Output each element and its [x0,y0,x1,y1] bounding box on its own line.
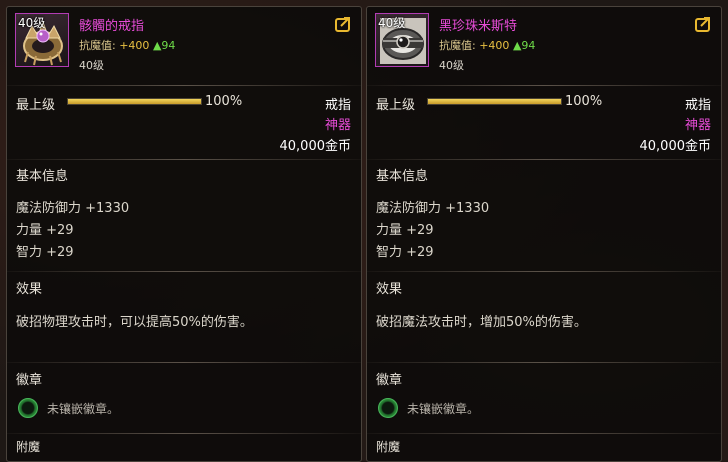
attribute-line: 魔法防御力 +1330 [376,201,490,216]
item-level-badge: 40级 [378,16,406,30]
item-type: 戒指 [324,98,351,113]
item-type: 戒指 [684,98,711,113]
enchant-title: 附魔 [376,440,401,454]
grade-percent: 100% [565,94,603,109]
resist-stat-label: 抗魔值: [79,39,116,52]
basic-info-title: 基本信息 [376,169,429,184]
divider [367,85,721,86]
attribute-line: 智力 +29 [16,245,74,260]
grade-label: 最上级 [376,98,416,113]
item-rarity: 神器 [324,118,351,133]
grade-bar [427,98,562,105]
resist-stat-delta: ▲94 [512,39,536,52]
resist-stat-delta: ▲94 [152,39,176,52]
attribute-line: 魔法防御力 +1330 [16,201,130,216]
divider [7,159,361,160]
emblem-status: 未镶嵌徽章。 [47,402,120,416]
resist-stat: 抗魔值: +400 ▲94 [79,37,175,53]
item-rarity: 神器 [684,118,711,133]
divider [7,271,361,272]
effect-title: 效果 [16,282,43,297]
emblem-slot-icon[interactable] [18,398,38,418]
attribute-line: 力量 +29 [376,223,434,238]
divider [7,85,361,86]
divider [7,362,361,363]
emblem-title: 徽章 [16,373,43,388]
item-price: 40,000金币 [279,139,352,154]
grade-percent: 100% [205,94,243,109]
grade-label: 最上级 [16,98,56,113]
effect-title: 效果 [376,282,403,297]
attribute-line: 力量 +29 [16,223,74,238]
divider [367,271,721,272]
divider [367,159,721,160]
divider [367,433,721,434]
item-tooltip-card: 40级 骸髑的戒指 抗魔值: +400 ▲94 40级 最上级 100% 戒指 … [6,6,362,462]
effect-description: 破招魔法攻击时，增加50%的伤害。 [376,315,587,330]
divider [367,362,721,363]
enchant-title: 附魔 [16,440,41,454]
resist-stat: 抗魔值: +400 ▲94 [439,37,535,53]
item-icon-frame[interactable]: 40级 [375,13,429,67]
emblem-title: 徽章 [376,373,403,388]
grade-bar-fill [68,99,201,104]
divider [7,433,361,434]
item-tooltip-card: 40级 黑珍珠米斯特 抗魔值: +400 ▲94 40级 最上级 100% 戒指… [366,6,722,462]
resist-stat-value: +400 [479,39,510,52]
item-level-badge: 40级 [18,16,46,30]
item-icon-frame[interactable]: 40级 [15,13,69,67]
item-price: 40,000金币 [639,139,712,154]
share-icon[interactable] [335,15,353,33]
attribute-line: 智力 +29 [376,245,434,260]
grade-bar-fill [428,99,561,104]
required-level: 40级 [439,59,464,72]
grade-bar [67,98,202,105]
basic-info-title: 基本信息 [16,169,69,184]
item-name: 骸髑的戒指 [79,19,145,34]
item-name: 黑珍珠米斯特 [439,19,518,34]
required-level: 40级 [79,59,104,72]
emblem-status: 未镶嵌徽章。 [407,402,480,416]
resist-stat-label: 抗魔值: [439,39,476,52]
resist-stat-value: +400 [119,39,150,52]
effect-description: 破招物理攻击时，可以提高50%的伤害。 [16,315,253,330]
share-icon[interactable] [695,15,713,33]
emblem-slot-icon[interactable] [378,398,398,418]
